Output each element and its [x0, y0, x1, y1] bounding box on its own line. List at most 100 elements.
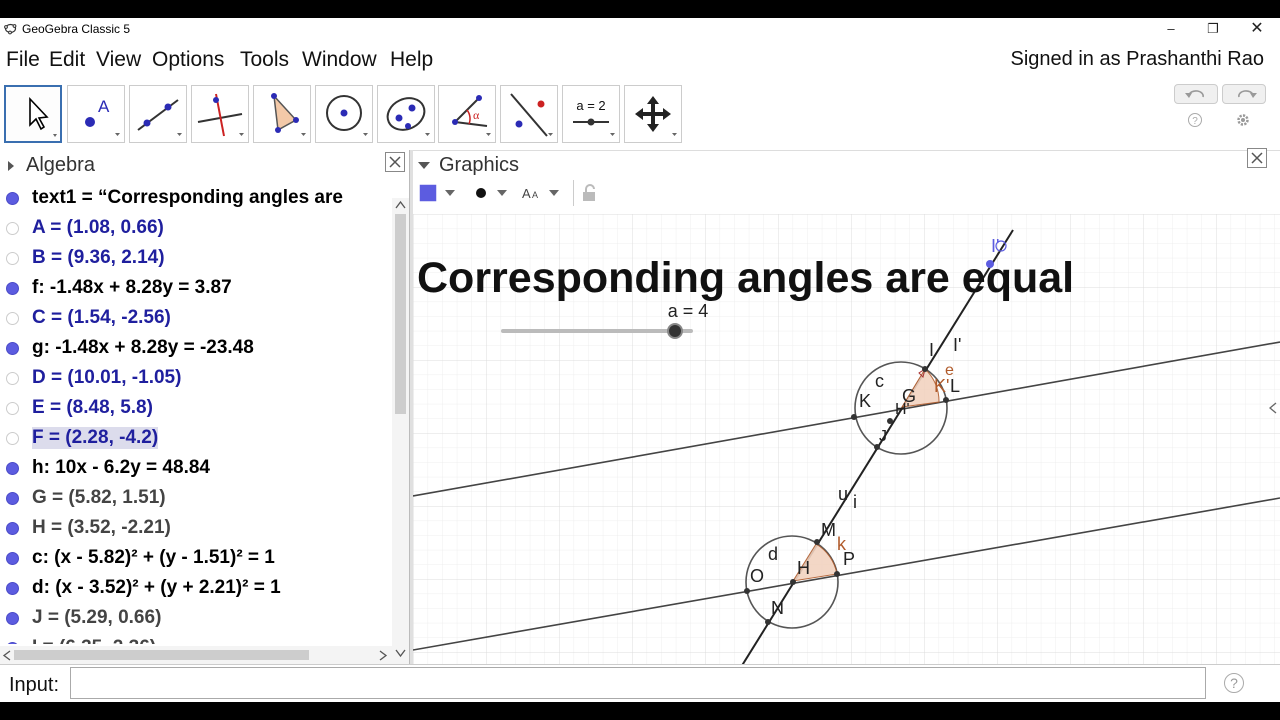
algebra-row[interactable]: D = (10.01, -1.05)	[0, 364, 392, 394]
color-swatch-icon[interactable]	[419, 184, 437, 202]
perpendicular-line-tool-button[interactable]	[191, 85, 249, 143]
visibility-toggle-icon[interactable]	[6, 312, 19, 325]
visibility-toggle-icon[interactable]	[6, 282, 19, 295]
algebra-row-text[interactable]: C = (1.54, -2.56)	[32, 307, 171, 329]
visibility-toggle-icon[interactable]	[6, 552, 19, 565]
algebra-row-text[interactable]: E = (8.48, 5.8)	[32, 397, 153, 419]
input-help-icon[interactable]: ?	[1224, 673, 1244, 693]
panel-toggle-icon[interactable]	[1268, 402, 1278, 414]
algebra-row[interactable]: text1 = “Corresponding angles are	[0, 184, 392, 214]
conic-tool-button[interactable]	[377, 85, 435, 143]
algebra-row-text[interactable]: I = (6.35, 2.36)	[32, 637, 156, 644]
settings-gear-icon[interactable]	[1235, 112, 1251, 128]
menu-tools[interactable]: Tools	[240, 48, 289, 72]
point-G[interactable]	[887, 418, 893, 424]
circle-tool-button[interactable]	[315, 85, 373, 143]
slider-tool-button[interactable]: a = 2	[562, 85, 620, 143]
visibility-toggle-icon[interactable]	[6, 582, 19, 595]
visibility-toggle-icon[interactable]	[6, 192, 19, 205]
algebra-row-text[interactable]: d: (x - 3.52)² + (y + 2.21)² = 1	[32, 577, 281, 599]
visibility-toggle-icon[interactable]	[6, 252, 19, 265]
scroll-left-icon[interactable]	[2, 650, 12, 661]
visibility-toggle-icon[interactable]	[6, 642, 19, 644]
visibility-toggle-icon[interactable]	[6, 432, 19, 445]
algebra-row[interactable]: E = (8.48, 5.8)	[0, 394, 392, 424]
visibility-toggle-icon[interactable]	[6, 402, 19, 415]
point-O[interactable]	[744, 588, 750, 594]
horizontal-scroll-thumb[interactable]	[14, 650, 309, 660]
angle-tool-button[interactable]: α	[438, 85, 496, 143]
dropdown-arrow-icon[interactable]	[497, 190, 507, 197]
point-N[interactable]	[765, 619, 771, 625]
menu-options[interactable]: Options	[152, 48, 224, 72]
maximize-icon[interactable]: ❐	[1192, 18, 1234, 40]
collapse-triangle-icon[interactable]	[417, 160, 431, 170]
visibility-toggle-icon[interactable]	[6, 222, 19, 235]
close-window-icon[interactable]: ✕	[1236, 18, 1278, 40]
algebra-row-text[interactable]: F = (2.28, -4.2)	[32, 427, 159, 449]
graphics-drawing[interactable]: I' I' I c K G K' L e H' J u i M k d H P …	[413, 214, 1280, 678]
point-tool-button[interactable]: A	[67, 85, 125, 143]
algebra-row[interactable]: B = (9.36, 2.14)	[0, 244, 392, 274]
expand-triangle-icon[interactable]	[6, 160, 16, 172]
algebra-row[interactable]: J = (5.29, 0.66)	[0, 604, 392, 634]
slider-knob[interactable]	[667, 323, 683, 339]
algebra-row-text[interactable]: A = (1.08, 0.66)	[32, 217, 164, 239]
algebra-row-text[interactable]: D = (10.01, -1.05)	[32, 367, 181, 389]
point-M[interactable]	[814, 539, 820, 545]
algebra-vertical-scrollbar[interactable]	[392, 198, 409, 664]
line-tool-button[interactable]	[129, 85, 187, 143]
point-style-icon[interactable]	[475, 187, 487, 199]
label-style-icon[interactable]: AA	[521, 184, 543, 202]
move-tool-button[interactable]	[4, 85, 62, 143]
algebra-row[interactable]: h: 10x - 6.2y = 48.84	[0, 454, 392, 484]
algebra-horizontal-scrollbar[interactable]	[0, 646, 392, 664]
polygon-tool-button[interactable]	[253, 85, 311, 143]
move-graphics-view-button[interactable]	[624, 85, 682, 143]
signed-in-label[interactable]: Signed in as Prashanthi Rao	[1011, 48, 1265, 71]
menu-window[interactable]: Window	[302, 48, 377, 72]
dropdown-arrow-icon[interactable]	[549, 190, 559, 197]
input-field[interactable]	[70, 667, 1206, 699]
algebra-list[interactable]: text1 = “Corresponding angles are A = (1.…	[0, 184, 392, 644]
visibility-toggle-icon[interactable]	[6, 372, 19, 385]
point-K[interactable]	[851, 414, 857, 420]
help-icon[interactable]: ?	[1187, 112, 1203, 128]
vertical-scroll-thumb[interactable]	[395, 214, 406, 414]
algebra-row-text[interactable]: f: -1.48x + 8.28y = 3.87	[32, 277, 232, 299]
algebra-row-text[interactable]: J = (5.29, 0.66)	[32, 607, 161, 629]
algebra-row[interactable]: f: -1.48x + 8.28y = 3.87	[0, 274, 392, 304]
point-I-upper[interactable]	[922, 366, 928, 372]
algebra-row[interactable]: I = (6.35, 2.36)	[0, 634, 392, 644]
algebra-row-text[interactable]: h: 10x - 6.2y = 48.84	[32, 457, 210, 479]
algebra-row-text[interactable]: H = (3.52, -2.21)	[32, 517, 171, 539]
algebra-row-text[interactable]: B = (9.36, 2.14)	[32, 247, 165, 269]
close-graphics-icon[interactable]	[1247, 148, 1267, 168]
scroll-right-icon[interactable]	[378, 650, 388, 661]
close-algebra-icon[interactable]	[385, 152, 405, 172]
point-L[interactable]	[943, 397, 949, 403]
menu-file[interactable]: File	[6, 48, 40, 72]
scroll-down-icon[interactable]	[395, 648, 406, 658]
visibility-toggle-icon[interactable]	[6, 462, 19, 475]
reflect-tool-button[interactable]	[500, 85, 558, 143]
dropdown-arrow-icon[interactable]	[445, 190, 455, 197]
undo-button[interactable]	[1174, 84, 1218, 104]
algebra-row-text[interactable]: c: (x - 5.82)² + (y - 1.51)² = 1	[32, 547, 275, 569]
algebra-row[interactable]: H = (3.52, -2.21)	[0, 514, 392, 544]
algebra-row-text[interactable]: G = (5.82, 1.51)	[32, 487, 166, 509]
visibility-toggle-icon[interactable]	[6, 522, 19, 535]
menu-help[interactable]: Help	[390, 48, 433, 72]
algebra-row[interactable]: F = (2.28, -4.2)	[0, 424, 392, 454]
algebra-row-text[interactable]: g: -1.48x + 8.28y = -23.48	[32, 337, 254, 359]
redo-button[interactable]	[1222, 84, 1266, 104]
visibility-toggle-icon[interactable]	[6, 612, 19, 625]
heading-text[interactable]: Corresponding angles are equal	[417, 254, 1074, 302]
visibility-toggle-icon[interactable]	[6, 342, 19, 355]
algebra-row[interactable]: d: (x - 3.52)² + (y + 2.21)² = 1	[0, 574, 392, 604]
point-P[interactable]	[834, 571, 840, 577]
menu-view[interactable]: View	[96, 48, 141, 72]
visibility-toggle-icon[interactable]	[6, 492, 19, 505]
algebra-row[interactable]: c: (x - 5.82)² + (y - 1.51)² = 1	[0, 544, 392, 574]
lock-icon[interactable]	[581, 184, 599, 202]
